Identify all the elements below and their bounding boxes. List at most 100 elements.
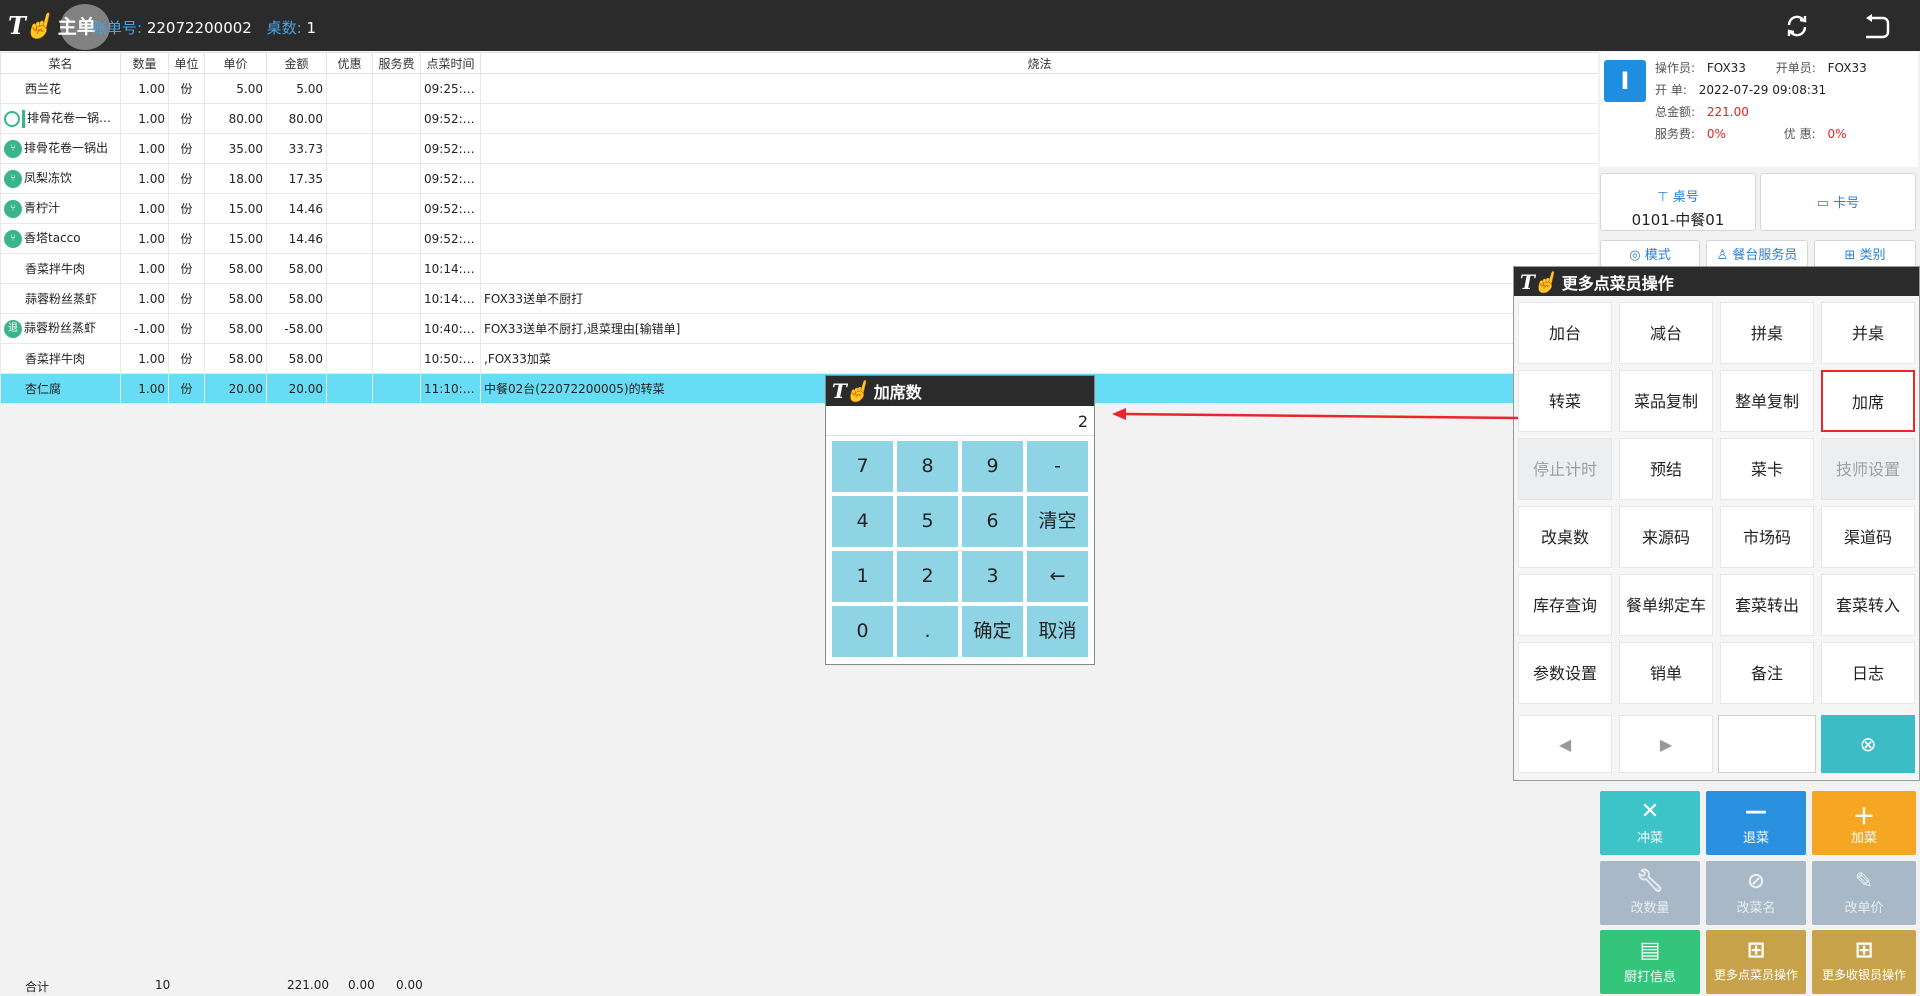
annotation-arrow	[1112, 408, 1519, 420]
table-row[interactable]: 香菜拌牛肉 1.00 份 58.00 58.00 10:50:37 ,FOX33加菜	[0, 343, 1599, 374]
next-page-button[interactable]: ▶	[1619, 715, 1713, 773]
op-button[interactable]: 库存查询	[1518, 574, 1612, 636]
card-select-button[interactable]: ▭ 卡号	[1760, 173, 1916, 231]
op-button[interactable]: 套菜转出	[1720, 574, 1814, 636]
keypad-key[interactable]: 0	[832, 606, 893, 657]
keypad-key[interactable]: -	[1027, 441, 1088, 492]
close-dialog-button[interactable]: ⊗	[1821, 715, 1915, 773]
keypad-key[interactable]: 1	[832, 551, 893, 602]
op-button[interactable]: 加席	[1821, 370, 1915, 432]
keypad-key[interactable]: 确定	[962, 606, 1023, 657]
keypad-key[interactable]: 6	[962, 496, 1023, 547]
cell-note: FOX33送单不厨打	[480, 283, 1599, 314]
edit-qty-button[interactable]: 🔧︎ 改数量	[1600, 861, 1700, 925]
op-button[interactable]: 销单	[1619, 642, 1713, 704]
more-waiter-button[interactable]: ⊞ 更多点菜员操作	[1706, 930, 1806, 994]
cell-amount: 33.73	[266, 133, 327, 164]
user-icon: ♙	[1716, 248, 1733, 263]
more-dialog-title-bar: T☝ 更多点菜员操作	[1514, 267, 1919, 296]
op-button[interactable]: 并桌	[1821, 302, 1915, 364]
table-row[interactable]: ⑂ 排骨花卷一锅出 1.00 份 35.00 33.73 09:52:16	[0, 133, 1599, 164]
cell-service	[372, 73, 421, 104]
op-button[interactable]: 来源码	[1619, 506, 1713, 568]
keypad-key[interactable]: 5	[897, 496, 958, 547]
op-button[interactable]: 预结	[1619, 438, 1713, 500]
op-button[interactable]: 加台	[1518, 302, 1612, 364]
op-button[interactable]: 备注	[1720, 642, 1814, 704]
keypad-key[interactable]: 清空	[1027, 496, 1088, 547]
operator-badge: I	[1604, 60, 1646, 102]
keypad-key[interactable]: 7	[832, 441, 893, 492]
keypad-key[interactable]: 3	[962, 551, 1023, 602]
keypad-key[interactable]: ←	[1027, 551, 1088, 602]
opener-label: 开单员:	[1775, 61, 1816, 75]
table-row[interactable]: 蒜蓉粉丝蒸虾 1.00 份 58.00 58.00 10:14:40 FOX33送单不厨打	[0, 283, 1599, 314]
page-input[interactable]	[1718, 715, 1816, 773]
op-button[interactable]: 转菜	[1518, 370, 1612, 432]
more-cashier-button[interactable]: ⊞ 更多收银员操作	[1812, 930, 1916, 994]
op-button[interactable]: 参数设置	[1518, 642, 1612, 704]
table-row[interactable]: ⑂ 青柠汁 1.00 份 15.00 14.46 09:52:16	[0, 193, 1599, 224]
cell-note	[480, 253, 1599, 284]
op-button[interactable]: 停止计时	[1518, 438, 1612, 500]
refresh-icon[interactable]	[1783, 12, 1811, 40]
cell-discount	[326, 223, 373, 254]
op-button[interactable]: 技师设置	[1821, 438, 1915, 500]
cell-qty: 1.00	[120, 373, 169, 404]
edit-name-button[interactable]: ⊘ 改菜名	[1706, 861, 1806, 925]
cell-service	[372, 133, 421, 164]
op-button[interactable]: 改桌数	[1518, 506, 1612, 568]
return-button[interactable]: — 退菜	[1706, 791, 1806, 855]
cell-time: 09:25:42	[420, 73, 481, 104]
table-select-button[interactable]: ⊤ 桌号 0101-中餐01	[1600, 173, 1756, 231]
table-row[interactable]: 排骨花卷一锅蒸... 1.00 份 80.00 80.00 09:52:16	[0, 103, 1599, 134]
cell-discount	[326, 73, 373, 104]
dish-name: 排骨花卷一锅蒸...	[27, 111, 121, 126]
grid-icon: ⊞	[1844, 248, 1860, 263]
prev-page-button[interactable]: ◀	[1518, 715, 1612, 773]
keypad-display[interactable]: 2	[826, 406, 1094, 436]
cell-discount	[326, 253, 373, 284]
keypad-key[interactable]: 9	[962, 441, 1023, 492]
cell-name: 西兰花	[0, 73, 121, 104]
header-bar: T☝ 主单 账单号: 22072200002 桌数: 1	[0, 0, 1920, 51]
col-service: 服务费	[372, 52, 421, 74]
keypad-key[interactable]: .	[897, 606, 958, 657]
keypad-key[interactable]: 2	[897, 551, 958, 602]
back-icon[interactable]	[1862, 12, 1890, 40]
flush-button[interactable]: ✕ 冲菜	[1600, 791, 1700, 855]
op-button[interactable]: 拼桌	[1720, 302, 1814, 364]
op-button[interactable]: 餐单绑定车牌	[1619, 574, 1713, 677]
cell-service	[372, 373, 421, 404]
keypad-key[interactable]: 4	[832, 496, 893, 547]
op-button[interactable]: 菜卡	[1720, 438, 1814, 500]
cell-price: 58.00	[204, 283, 267, 314]
logo-mark-icon: T☝	[8, 11, 54, 40]
keypad-title-bar: T☝ 加席数	[826, 376, 1094, 406]
order-no-label: 账单号:	[92, 19, 143, 37]
op-button[interactable]: 日志	[1821, 642, 1915, 704]
kitchen-print-button[interactable]: ▤ 厨打信息	[1600, 930, 1700, 994]
cell-time: 10:40:23	[420, 313, 481, 344]
table-row[interactable]: ⑂ 香塔tacco 1.00 份 15.00 14.46 09:52:16	[0, 223, 1599, 254]
open-time-label: 开 单:	[1655, 83, 1687, 97]
op-button[interactable]: 减台	[1619, 302, 1713, 364]
table-row[interactable]: ⑂ 凤梨冻饮 1.00 份 18.00 17.35 09:52:16	[0, 163, 1599, 194]
op-button[interactable]: 整单复制	[1720, 370, 1814, 432]
op-button[interactable]: 菜品复制	[1619, 370, 1713, 432]
op-button[interactable]: 渠道码	[1821, 506, 1915, 568]
table-row[interactable]: 西兰花 1.00 份 5.00 5.00 09:25:42	[0, 73, 1599, 104]
table-row[interactable]: 杏仁腐 1.00 份 20.00 20.00 11:10:08 中餐02台(22072200…	[0, 373, 1599, 404]
table-row[interactable]: 退蒜蓉粉丝蒸虾 -1.00 份 58.00 -58.00 10:40:23 FOX33送单不…	[0, 313, 1599, 344]
table-row[interactable]: 香菜拌牛肉 1.00 份 58.00 58.00 10:14:22	[0, 253, 1599, 284]
tables-label: 桌数:	[266, 19, 302, 37]
add-dish-button[interactable]: ＋加菜	[1812, 791, 1916, 855]
logo-mark-icon: T☝	[1520, 269, 1558, 294]
keypad-key[interactable]: 8	[897, 441, 958, 492]
edit-price-button[interactable]: ✎ 改单价	[1812, 861, 1916, 925]
status-ring-icon	[4, 110, 20, 127]
cell-name: 退蒜蓉粉丝蒸虾	[0, 313, 121, 344]
op-button[interactable]: 市场码	[1720, 506, 1814, 568]
op-button[interactable]: 套菜转入	[1821, 574, 1915, 636]
keypad-key[interactable]: 取消	[1027, 606, 1088, 657]
